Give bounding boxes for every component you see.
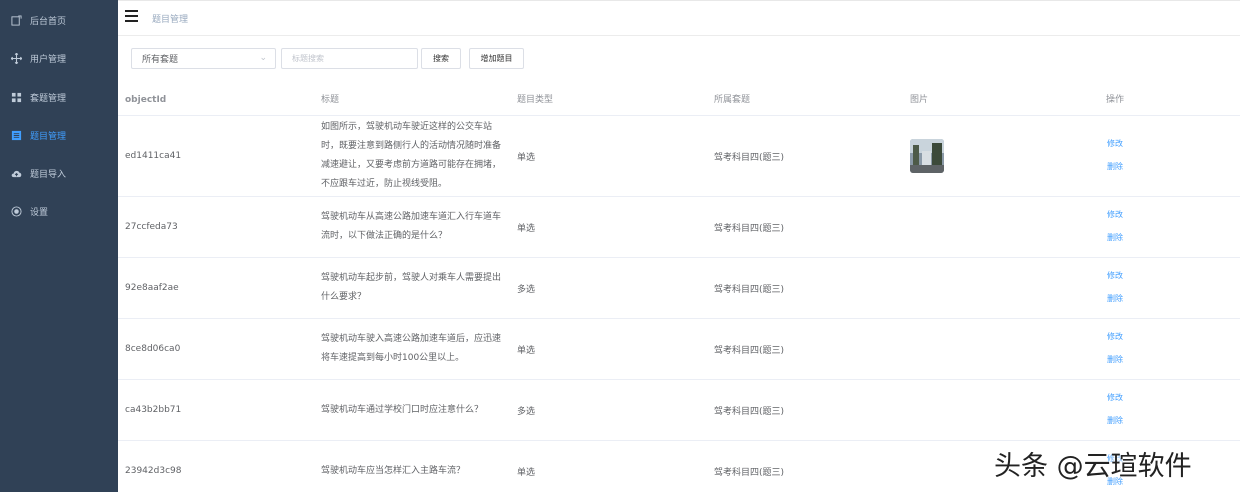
table-row: 92e8aaf2ae 驾驶机动车起步前，驾驶人对乘车人需要提出什么要求？ 多选 … (118, 258, 1240, 319)
question-set: 驾考科目四(题三) (714, 345, 785, 356)
column-header: 操作 (1106, 95, 1125, 105)
breadcrumb[interactable]: 题目管理 (152, 12, 188, 25)
column-header: 图片 (910, 95, 929, 105)
object-id: ed1411ca41 (125, 151, 182, 161)
delete-link[interactable]: 删除 (1107, 293, 1123, 304)
toolbar: 所有套题 ⌄ 搜索 增加题目 (118, 47, 1240, 71)
sidebar-item-label: 后台首页 (30, 16, 67, 27)
sidebar-item-label: 题目导入 (30, 169, 67, 180)
search-button[interactable]: 搜索 (421, 48, 461, 69)
delete-link[interactable]: 删除 (1107, 415, 1123, 426)
column-header: 所属套题 (714, 95, 751, 105)
object-id: ca43b2bb71 (125, 405, 182, 415)
grid-icon (10, 91, 22, 103)
sidebar-item-home[interactable]: 后台首页 (0, 9, 118, 31)
thumbnail-image[interactable] (910, 139, 944, 173)
table-row: 8ce8d06ca0 驾驶机动车驶入高速公路加速车道后，应迅速将车速提高到每小时… (118, 319, 1240, 380)
question-set: 驾考科目四(题三) (714, 467, 785, 478)
table-row: ca43b2bb71 驾驶机动车通过学校门口时应注意什么？ 多选 驾考科目四(题… (118, 380, 1240, 441)
main-content: 题目管理 所有套题 ⌄ 搜索 增加题目 objectId 标题 题目类型 所属套… (118, 0, 1240, 492)
object-id: 92e8aaf2ae (125, 283, 179, 293)
object-id: 27ccfeda73 (125, 222, 178, 232)
column-header: objectId (125, 95, 167, 105)
table-row: ed1411ca41 如图所示，驾驶机动车驶近这样的公交车站时，既要注意到路侧行… (118, 116, 1240, 197)
list-icon (10, 129, 22, 141)
edit-link[interactable]: 修改 (1107, 331, 1123, 342)
edit-link[interactable]: 修改 (1107, 209, 1123, 220)
edit-link[interactable]: 修改 (1107, 138, 1123, 149)
sidebar-item-import[interactable]: 题目导入 (0, 162, 118, 184)
object-id: 23942d3c98 (125, 466, 182, 476)
question-title: 驾驶机动车通过学校门口时应注意什么？ (321, 404, 484, 415)
sidebar-item-settings[interactable]: 设置 (0, 200, 118, 222)
column-header: 题目类型 (517, 95, 554, 105)
question-set: 驾考科目四(题三) (714, 152, 785, 163)
question-type: 单选 (517, 467, 536, 478)
question-type: 单选 (517, 152, 536, 163)
question-image[interactable] (910, 116, 944, 196)
sidebar-item-label: 设置 (30, 207, 49, 218)
edit-link[interactable]: 修改 (1107, 270, 1123, 281)
question-title: 驾驶机动车驶入高速公路加速车道后，应迅速将车速提高到每小时100公里以上。 (321, 334, 502, 363)
delete-link[interactable]: 删除 (1107, 161, 1123, 172)
search-input[interactable] (281, 48, 418, 69)
sidebar-item-questions[interactable]: 题目管理 (0, 124, 118, 146)
column-header: 标题 (321, 95, 340, 105)
sidebar: 后台首页 用户管理 套题管理 题目管理 题目导入 设置 (0, 0, 118, 492)
top-bar: 题目管理 (118, 0, 1240, 36)
question-title: 驾驶机动车应当怎样汇入主路车流？ (321, 465, 466, 476)
cloud-upload-icon (10, 167, 22, 179)
question-title: 驾驶机动车起步前，驾驶人对乘车人需要提出什么要求？ (321, 273, 502, 302)
move-icon (10, 52, 22, 64)
set-filter-select[interactable]: 所有套题 ⌄ (131, 48, 276, 69)
select-value: 所有套题 (142, 55, 179, 65)
question-type: 多选 (517, 406, 536, 417)
sidebar-item-label: 用户管理 (30, 54, 67, 65)
add-question-button[interactable]: 增加题目 (469, 48, 524, 69)
table-row: 27ccfeda73 驾驶机动车从高速公路加速车道汇入行车道车流时，以下做法正确… (118, 197, 1240, 258)
question-title: 如图所示，驾驶机动车驶近这样的公交车站时，既要注意到路侧行人的活动情况随时准备减… (321, 122, 502, 189)
question-set: 驾考科目四(题三) (714, 284, 785, 295)
delete-link[interactable]: 删除 (1107, 232, 1123, 243)
question-type: 单选 (517, 223, 536, 234)
object-id: 8ce8d06ca0 (125, 344, 181, 354)
question-set: 驾考科目四(题三) (714, 223, 785, 234)
hamburger-icon[interactable] (125, 10, 138, 22)
watermark: 头条 @云瑄软件 (994, 451, 1192, 482)
delete-link[interactable]: 删除 (1107, 354, 1123, 365)
chevron-down-icon: ⌄ (259, 53, 267, 63)
sidebar-item-sets[interactable]: 套题管理 (0, 86, 118, 108)
question-type: 单选 (517, 345, 536, 356)
dashboard-icon (10, 14, 22, 26)
edit-link[interactable]: 修改 (1107, 392, 1123, 403)
sidebar-item-label: 题目管理 (30, 131, 67, 142)
sidebar-item-users[interactable]: 用户管理 (0, 47, 118, 69)
settings-icon (10, 205, 22, 217)
question-title: 驾驶机动车从高速公路加速车道汇入行车道车流时，以下做法正确的是什么？ (321, 212, 502, 241)
question-set: 驾考科目四(题三) (714, 406, 785, 417)
question-type: 多选 (517, 284, 536, 295)
sidebar-item-label: 套题管理 (30, 93, 67, 104)
